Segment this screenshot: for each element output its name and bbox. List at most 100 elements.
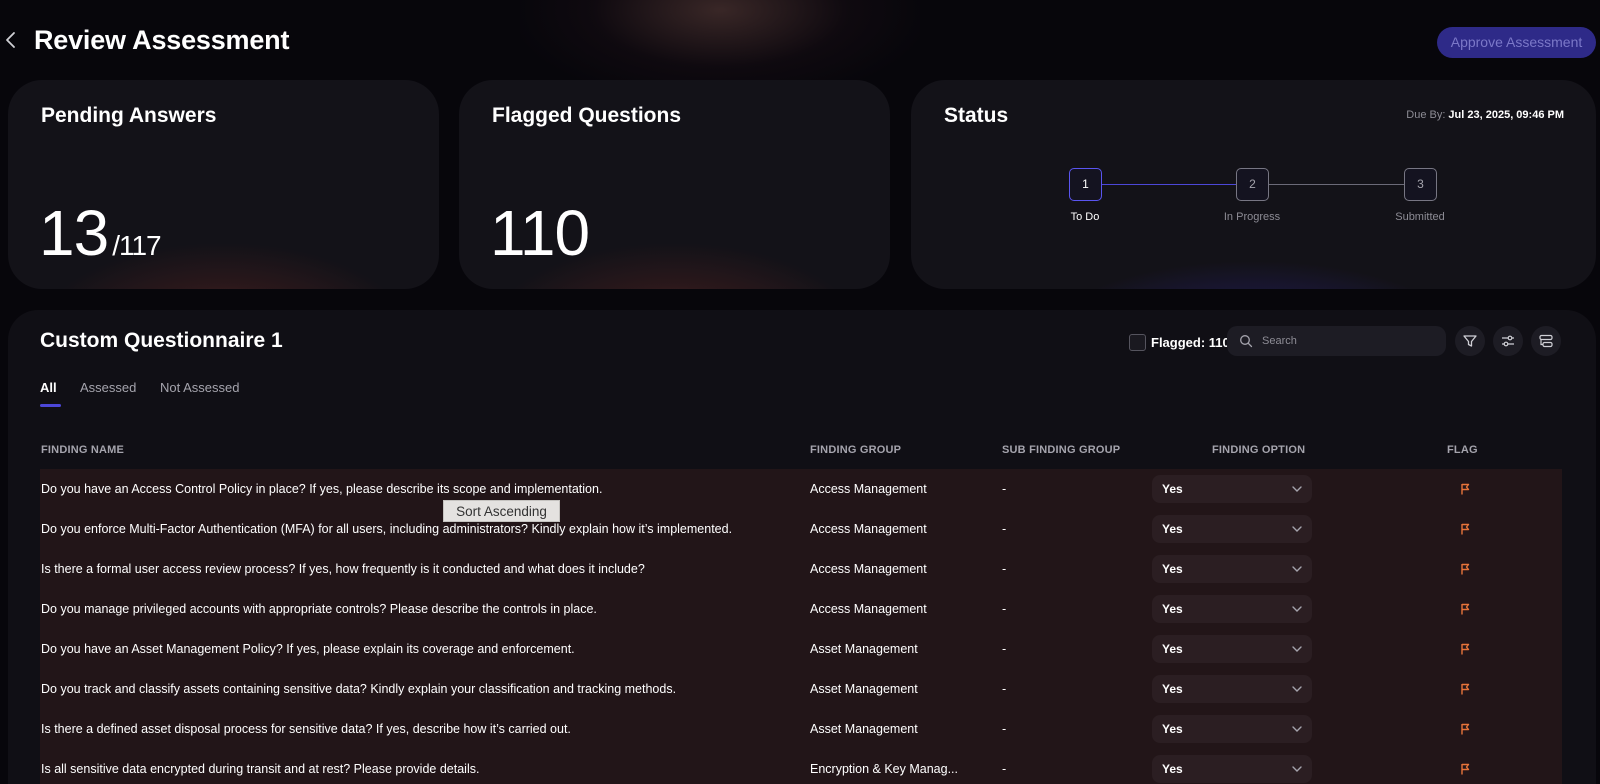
chevron-down-icon	[1292, 726, 1302, 732]
finding-group-cell: Access Management	[810, 482, 927, 496]
flag-icon[interactable]	[1458, 562, 1472, 576]
status-card: Status Due By: Jul 23, 2025, 09:46 PM 1 2…	[911, 80, 1596, 289]
finding-group-cell: Encryption & Key Manag...	[810, 762, 958, 776]
finding-name-cell: Do you have an Access Control Policy in …	[41, 482, 603, 496]
table-row[interactable]: Is all sensitive data encrypted during t…	[40, 749, 1562, 784]
finding-name-cell: Is there a formal user access review pro…	[41, 562, 645, 576]
chevron-down-icon	[1292, 566, 1302, 572]
finding-group-cell: Access Management	[810, 602, 927, 616]
finding-option-select[interactable]: Yes	[1152, 715, 1312, 743]
step-3-label: Submitted	[1395, 211, 1445, 223]
due-label: Due By:	[1406, 109, 1446, 121]
group-button[interactable]	[1531, 326, 1561, 356]
table-body: Do you have an Access Control Policy in …	[40, 469, 1562, 784]
flagged-questions-card: Flagged Questions 110	[459, 80, 890, 289]
finding-option-value: Yes	[1162, 482, 1183, 496]
page-title: Review Assessment	[34, 25, 290, 55]
filter-button[interactable]	[1455, 326, 1485, 356]
pending-answers-title: Pending Answers	[41, 104, 217, 127]
finding-option-select[interactable]: Yes	[1152, 475, 1312, 503]
step-connector	[1269, 184, 1415, 185]
finding-name-cell: Do you enforce Multi-Factor Authenticati…	[41, 522, 733, 536]
active-tab-indicator	[40, 404, 61, 407]
step-2-box: 2	[1236, 168, 1269, 201]
step-1-label: To Do	[1070, 211, 1100, 223]
flag-icon[interactable]	[1458, 762, 1472, 776]
status-title: Status	[944, 104, 1009, 127]
finding-name-cell: Is there a defined asset disposal proces…	[41, 722, 571, 736]
column-header-finding-name[interactable]: FINDING NAME	[41, 444, 124, 456]
finding-option-value: Yes	[1162, 602, 1183, 616]
table-row[interactable]: Is there a defined asset disposal proces…	[40, 709, 1562, 749]
sub-finding-group-cell: -	[1002, 682, 1007, 696]
sub-finding-group-cell: -	[1002, 562, 1007, 576]
finding-name-cell: Is all sensitive data encrypted during t…	[41, 762, 480, 776]
table-row[interactable]: Do you have an Asset Management Policy? …	[40, 629, 1562, 669]
chevron-down-icon	[1292, 526, 1302, 532]
finding-name-cell: Do you have an Asset Management Policy? …	[41, 642, 575, 656]
questionnaire-title: Custom Questionnaire 1	[40, 329, 283, 352]
search-input[interactable]	[1262, 332, 1432, 350]
filter-icon	[1463, 335, 1477, 347]
flagged-checkbox[interactable]	[1129, 334, 1146, 351]
finding-option-select[interactable]: Yes	[1152, 555, 1312, 583]
step-3-box: 3	[1404, 168, 1437, 201]
finding-option-select[interactable]: Yes	[1152, 755, 1312, 783]
table-row[interactable]: Do you enforce Multi-Factor Authenticati…	[40, 509, 1562, 549]
flag-icon[interactable]	[1458, 522, 1472, 536]
approve-assessment-button[interactable]: Approve Assessment	[1437, 27, 1596, 58]
finding-option-value: Yes	[1162, 722, 1183, 736]
back-icon[interactable]	[4, 30, 20, 52]
status-stepper: 1 2 3 To Do In Progress Submitted	[911, 166, 1596, 236]
column-header-finding-group[interactable]: FINDING GROUP	[810, 444, 901, 456]
sort-tooltip: Sort Ascending	[443, 500, 560, 522]
finding-option-value: Yes	[1162, 682, 1183, 696]
sub-finding-group-cell: -	[1002, 522, 1007, 536]
finding-group-cell: Asset Management	[810, 682, 918, 696]
finding-option-select[interactable]: Yes	[1152, 635, 1312, 663]
settings-button[interactable]	[1493, 326, 1523, 356]
chevron-down-icon	[1292, 766, 1302, 772]
sub-finding-group-cell: -	[1002, 482, 1007, 496]
finding-group-cell: Asset Management	[810, 642, 918, 656]
finding-option-select[interactable]: Yes	[1152, 515, 1312, 543]
sub-finding-group-cell: -	[1002, 602, 1007, 616]
step-connector	[1101, 184, 1247, 185]
flag-icon[interactable]	[1458, 682, 1472, 696]
flag-icon[interactable]	[1458, 722, 1472, 736]
finding-option-value: Yes	[1162, 762, 1183, 776]
sub-finding-group-cell: -	[1002, 642, 1007, 656]
table-row[interactable]: Do you manage privileged accounts with a…	[40, 589, 1562, 629]
finding-name-cell: Do you track and classify assets contain…	[41, 682, 677, 696]
column-header-flag[interactable]: FLAG	[1447, 444, 1478, 456]
pending-total: /117	[112, 230, 161, 261]
group-icon	[1539, 334, 1553, 348]
table-row[interactable]: Do you have an Access Control Policy in …	[40, 469, 1562, 509]
finding-option-value: Yes	[1162, 562, 1183, 576]
table-row[interactable]: Is there a formal user access review pro…	[40, 549, 1562, 589]
finding-option-select[interactable]: Yes	[1152, 675, 1312, 703]
flag-icon[interactable]	[1458, 642, 1472, 656]
flagged-questions-title: Flagged Questions	[492, 104, 682, 127]
flag-icon[interactable]	[1458, 482, 1472, 496]
finding-group-cell: Access Management	[810, 562, 927, 576]
column-header-finding-option[interactable]: FINDING OPTION	[1212, 444, 1305, 456]
table-row[interactable]: Do you track and classify assets contain…	[40, 669, 1562, 709]
tab-assessed[interactable]: Assessed	[80, 380, 136, 395]
due-date: Due By: Jul 23, 2025, 09:46 PM	[1406, 109, 1564, 121]
sliders-icon	[1502, 335, 1514, 347]
step-2-label: In Progress	[1223, 211, 1281, 223]
column-header-sub-finding-group[interactable]: SUB FINDING GROUP	[1002, 444, 1120, 456]
finding-group-cell: Asset Management	[810, 722, 918, 736]
finding-option-select[interactable]: Yes	[1152, 595, 1312, 623]
tab-not-assessed[interactable]: Not Assessed	[160, 380, 240, 395]
finding-option-value: Yes	[1162, 522, 1183, 536]
tab-all[interactable]: All	[40, 380, 57, 395]
chevron-down-icon	[1292, 646, 1302, 652]
flag-icon[interactable]	[1458, 602, 1472, 616]
flagged-questions-value: 110	[490, 197, 590, 269]
sub-finding-group-cell: -	[1002, 762, 1007, 776]
flagged-count-label: Flagged: 110	[1151, 335, 1230, 350]
finding-option-value: Yes	[1162, 642, 1183, 656]
chevron-down-icon	[1292, 486, 1302, 492]
